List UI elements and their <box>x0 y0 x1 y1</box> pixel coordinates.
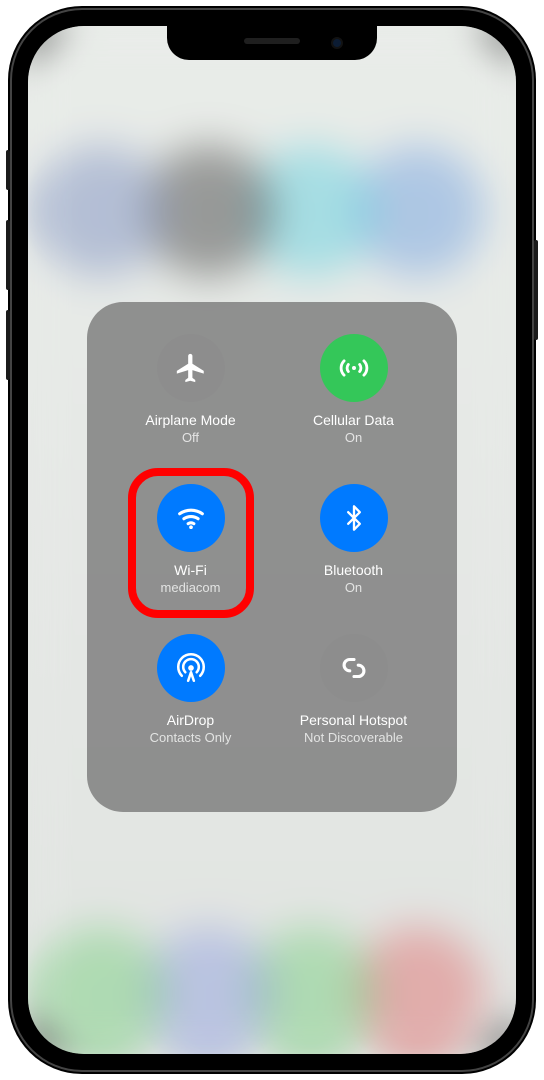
wifi-label: Wi-Fi mediacom <box>161 562 221 596</box>
wifi-toggle[interactable]: Wi-Fi mediacom <box>109 482 272 632</box>
screen: Airplane Mode Off Cellular Data <box>28 26 516 1054</box>
bluetooth-label: Bluetooth On <box>324 562 383 596</box>
cellular-data-toggle[interactable]: Cellular Data On <box>272 332 435 482</box>
wifi-icon <box>157 484 225 552</box>
bluetooth-icon <box>320 484 388 552</box>
front-camera <box>331 37 343 49</box>
silent-switch <box>6 150 10 190</box>
personal-hotspot-label: Personal Hotspot Not Discoverable <box>300 712 407 746</box>
power-button <box>534 240 538 340</box>
airplane-mode-toggle[interactable]: Airplane Mode Off <box>109 332 272 482</box>
airdrop-toggle[interactable]: AirDrop Contacts Only <box>109 632 272 782</box>
airplane-mode-label: Airplane Mode Off <box>145 412 235 446</box>
airdrop-label: AirDrop Contacts Only <box>150 712 232 746</box>
cellular-data-label: Cellular Data On <box>313 412 394 446</box>
connectivity-panel: Airplane Mode Off Cellular Data <box>87 302 457 812</box>
volume-up-button <box>6 220 10 290</box>
airplane-mode-icon <box>157 334 225 402</box>
speaker-grille <box>244 38 300 44</box>
bluetooth-toggle[interactable]: Bluetooth On <box>272 482 435 632</box>
volume-down-button <box>6 310 10 380</box>
personal-hotspot-icon <box>320 634 388 702</box>
personal-hotspot-toggle[interactable]: Personal Hotspot Not Discoverable <box>272 632 435 782</box>
phone-frame: Airplane Mode Off Cellular Data <box>12 10 532 1070</box>
notch <box>167 26 377 60</box>
cellular-data-icon <box>320 334 388 402</box>
airdrop-icon <box>157 634 225 702</box>
